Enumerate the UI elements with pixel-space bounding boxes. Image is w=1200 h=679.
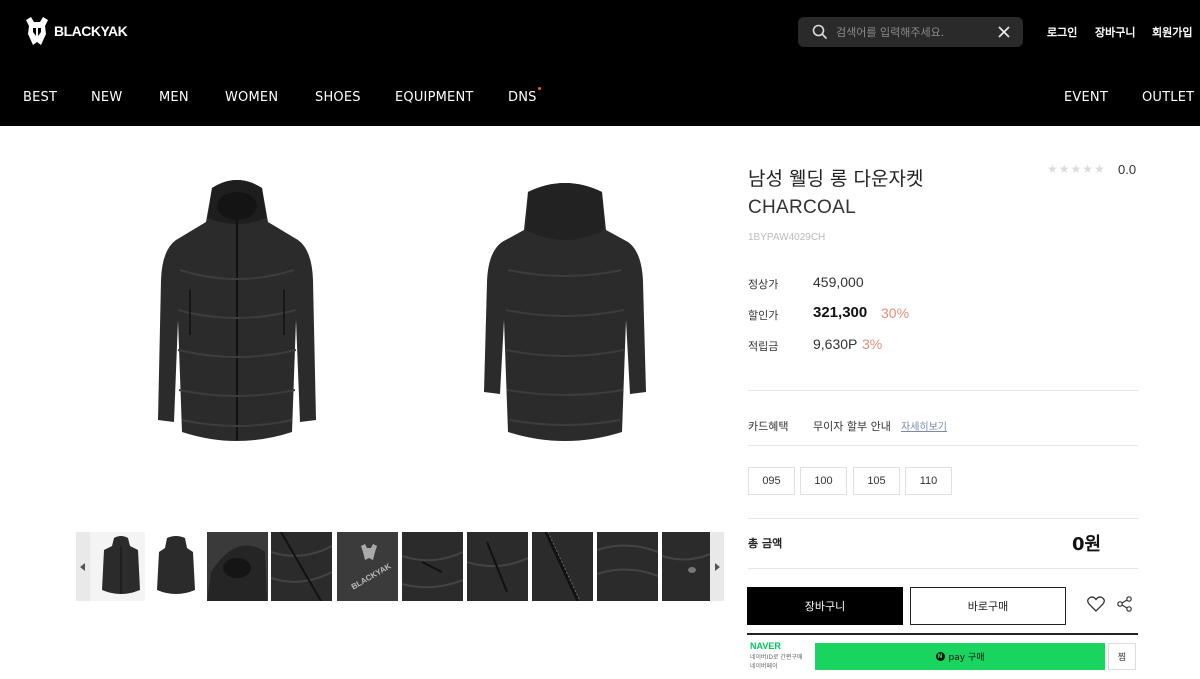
naver-logo: NAVER — [750, 641, 781, 651]
clear-icon[interactable] — [997, 25, 1011, 39]
points-value: 9,630P — [813, 336, 858, 352]
nav-new[interactable]: NEW — [91, 90, 122, 105]
card-benefit-text: 무이자 할부 안내 — [813, 420, 891, 433]
thumbnail-1[interactable] — [90, 532, 151, 601]
npay-buy-button[interactable]: N pay 구매 — [815, 643, 1105, 670]
thumbnail-5[interactable]: BLACKYAK — [337, 532, 398, 601]
rating-value: 0.0 — [1118, 162, 1137, 177]
total-value: 0원 — [1072, 534, 1102, 555]
divider — [748, 445, 1138, 446]
nav-dns[interactable]: DNS — [508, 90, 537, 105]
nav-shoes[interactable]: SHOES — [315, 90, 361, 105]
star-icon: ★ — [1070, 162, 1082, 176]
naver-divider — [747, 633, 1138, 635]
regular-price: 459,000 — [813, 274, 864, 290]
naver-wishlist-button[interactable]: 찜 — [1108, 643, 1136, 670]
size-option-100[interactable]: 100 — [800, 467, 847, 495]
total-label: 총 금액 — [748, 537, 783, 550]
size-option-110[interactable]: 110 — [905, 467, 952, 495]
star-icon: ★ — [1058, 162, 1070, 176]
naver-subtext-2: 네이버페이 — [750, 663, 778, 670]
nav-equipment[interactable]: EQUIPMENT — [395, 90, 474, 105]
search-box[interactable] — [798, 17, 1023, 47]
thumb-next-button[interactable] — [710, 532, 724, 601]
heart-icon[interactable] — [1087, 596, 1105, 612]
yak-logo-icon — [26, 17, 48, 45]
site-header: BLACKYAK 로그인 장바구니 회원가입 BEST NEW MEN WOME… — [0, 0, 1200, 126]
card-detail-link[interactable]: 자세히보기 — [901, 418, 947, 433]
brand-name: BLACKYAK — [54, 23, 128, 39]
divider — [748, 518, 1138, 519]
nav-women[interactable]: WOMEN — [225, 90, 278, 105]
search-input[interactable] — [836, 22, 986, 42]
thumbnail-3[interactable] — [207, 532, 268, 601]
star-icon: ★ — [1082, 162, 1094, 176]
card-benefit-label: 카드혜택 — [748, 420, 789, 433]
sale-price: 321,300 — [813, 304, 868, 321]
thumbnail-6[interactable] — [402, 532, 463, 601]
buy-now-button[interactable]: 바로구매 — [910, 587, 1066, 625]
sale-price-label: 할인가 — [748, 309, 779, 322]
chevron-right-icon — [715, 562, 720, 571]
divider — [748, 568, 1138, 569]
divider — [748, 390, 1138, 391]
size-option-095[interactable]: 095 — [748, 467, 795, 495]
signup-link[interactable]: 회원가입 — [1152, 24, 1192, 40]
product-name: 남성 웰딩 롱 다운자켓 — [748, 168, 924, 190]
nav-best[interactable]: BEST — [23, 90, 57, 105]
nav-outlet[interactable]: OUTLET — [1142, 90, 1194, 105]
npay-label: pay 구매 — [948, 653, 985, 663]
star-icon: ★ — [1047, 162, 1058, 176]
star-icon: ★ — [1094, 162, 1105, 176]
product-code: 1BYPAW4029CH — [748, 232, 826, 243]
dns-new-dot — [538, 87, 541, 90]
npay-icon: N — [935, 652, 945, 661]
thumbnail-10[interactable] — [662, 532, 710, 601]
size-option-105[interactable]: 105 — [853, 467, 900, 495]
search-icon — [812, 24, 828, 40]
product-front-image[interactable] — [150, 170, 325, 455]
product-back-image[interactable] — [478, 170, 653, 455]
brand-logo[interactable]: BLACKYAK — [24, 16, 128, 46]
login-link[interactable]: 로그인 — [1047, 24, 1077, 40]
sale-percent: 30% — [881, 305, 910, 321]
points-percent: 3% — [862, 336, 883, 352]
cart-link[interactable]: 장바구니 — [1095, 24, 1135, 40]
add-to-cart-button[interactable]: 장바구니 — [747, 587, 903, 625]
share-icon[interactable] — [1117, 596, 1132, 612]
product-color: CHARCOAL — [748, 197, 856, 218]
thumbnail-4[interactable] — [271, 532, 332, 601]
chevron-left-icon — [80, 562, 85, 571]
thumbnail-8[interactable] — [532, 532, 593, 601]
thumbnail-7[interactable] — [467, 532, 528, 601]
rating-stars: ★ ★ ★ ★ ★ — [1047, 162, 1105, 176]
thumbnail-2[interactable] — [145, 532, 206, 601]
thumb-prev-button[interactable] — [76, 532, 90, 601]
thumbnail-9[interactable] — [597, 532, 658, 601]
naver-subtext-1: 네이버ID로 간편구매 — [750, 654, 803, 661]
points-label: 적립금 — [748, 340, 779, 353]
regular-price-label: 정상가 — [748, 278, 779, 291]
nav-men[interactable]: MEN — [159, 90, 189, 105]
nav-event[interactable]: EVENT — [1064, 90, 1108, 105]
